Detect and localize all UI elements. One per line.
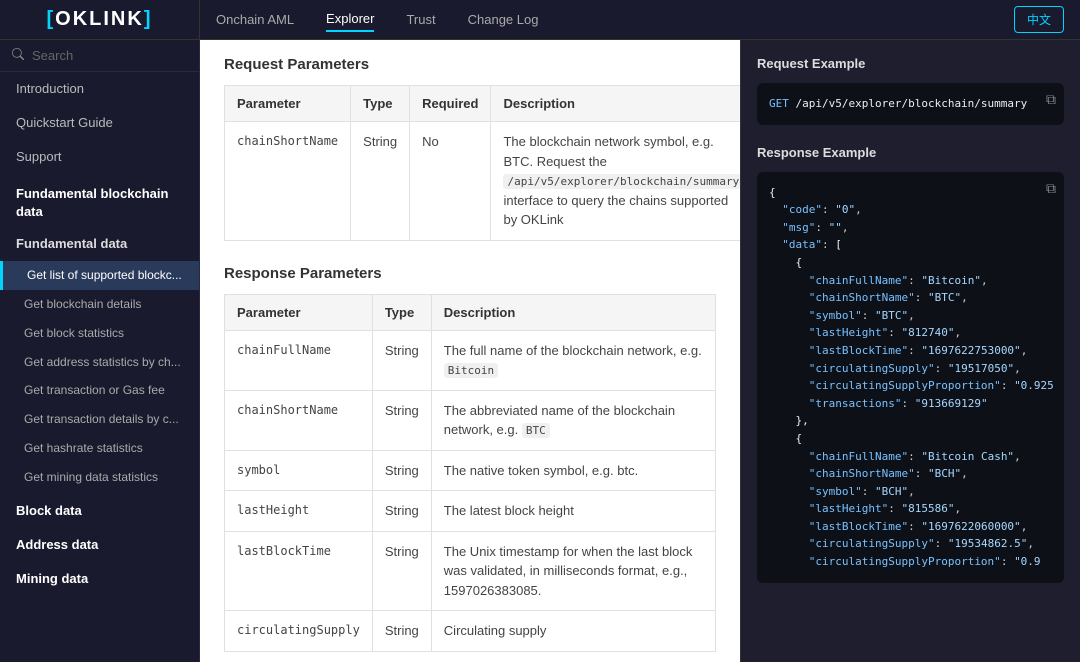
res-col-type: Type	[372, 294, 431, 330]
sidebar-section-block: Block data	[0, 492, 199, 526]
col-description: Description	[491, 86, 740, 122]
logo-area: [OKLINK]	[0, 0, 200, 39]
res-param-type: String	[372, 390, 431, 450]
sidebar-item-block-stats[interactable]: Get block statistics	[0, 319, 199, 348]
res-param-desc: The full name of the blockchain network,…	[431, 330, 715, 390]
copy-request-button[interactable]: ⧉	[1046, 91, 1056, 108]
res-param-type: String	[372, 450, 431, 491]
table-row: chainShortName String The abbreviated na…	[225, 390, 716, 450]
nav-onchain-aml[interactable]: Onchain AML	[216, 8, 294, 31]
col-required: Required	[410, 86, 491, 122]
request-example-title: Request Example	[757, 56, 1064, 71]
res-param-name: circulatingSupply	[225, 611, 373, 652]
search-input[interactable]	[32, 48, 187, 63]
sidebar-section-mining: Mining data	[0, 560, 199, 594]
res-param-name: lastBlockTime	[225, 531, 373, 611]
res-param-name: chainShortName	[225, 390, 373, 450]
res-param-desc: The latest block height	[431, 491, 715, 532]
sidebar-item-address-stats[interactable]: Get address statistics by ch...	[0, 348, 199, 377]
nav-items: Onchain AML Explorer Trust Change Log	[200, 7, 1014, 32]
request-params-table: Parameter Type Required Description chai…	[224, 85, 740, 241]
sidebar-section-address: Address data	[0, 526, 199, 560]
res-param-desc: The Unix timestamp for when the last blo…	[431, 531, 715, 611]
res-col-parameter: Parameter	[225, 294, 373, 330]
http-method: GET	[769, 97, 789, 110]
table-row: chainShortName String No The blockchain …	[225, 122, 741, 241]
table-row: chainFullName String The full name of th…	[225, 330, 716, 390]
sidebar-section-fundamental: Fundamental blockchain data	[0, 175, 199, 227]
res-param-type: String	[372, 330, 431, 390]
top-navigation: [OKLINK] Onchain AML Explorer Trust Chan…	[0, 0, 1080, 40]
nav-changelog[interactable]: Change Log	[468, 8, 539, 31]
right-panel: Request Example ⧉ GET /api/v5/explorer/b…	[740, 40, 1080, 662]
response-example-block: ⧉ { "code": "0", "msg": "", "data": [ { …	[757, 172, 1064, 583]
sidebar-item-mining[interactable]: Get mining data statistics	[0, 463, 199, 492]
res-param-name: chainFullName	[225, 330, 373, 390]
table-row: lastBlockTime String The Unix timestamp …	[225, 531, 716, 611]
lang-button[interactable]: 中文	[1014, 6, 1064, 33]
main-layout: Introduction Quickstart Guide Support Fu…	[0, 40, 1080, 662]
res-param-desc: The abbreviated name of the blockchain n…	[431, 390, 715, 450]
table-row: symbol String The native token symbol, e…	[225, 450, 716, 491]
res-param-type: String	[372, 611, 431, 652]
logo: [OKLINK]	[46, 8, 152, 31]
sidebar-item-introduction[interactable]: Introduction	[0, 72, 199, 106]
response-params-table: Parameter Type Description chainFullName…	[224, 294, 716, 652]
response-params-title: Response Parameters	[224, 265, 716, 282]
res-param-type: String	[372, 491, 431, 532]
sidebar-item-get-list[interactable]: Get list of supported blockc...	[0, 261, 199, 290]
table-row: lastHeight String The latest block heigh…	[225, 491, 716, 532]
sidebar-item-hashrate[interactable]: Get hashrate statistics	[0, 434, 199, 463]
res-param-desc: The native token symbol, e.g. btc.	[431, 450, 715, 491]
sidebar-item-quickstart[interactable]: Quickstart Guide	[0, 106, 199, 140]
request-path: /api/v5/explorer/blockchain/summary	[789, 97, 1027, 110]
sidebar-item-tx-details[interactable]: Get transaction details by c...	[0, 405, 199, 434]
res-param-type: String	[372, 531, 431, 611]
param-required: No	[410, 122, 491, 241]
request-example-block: ⧉ GET /api/v5/explorer/blockchain/summar…	[757, 83, 1064, 125]
res-col-description: Description	[431, 294, 715, 330]
content-inner: Request Parameters Parameter Type Requir…	[200, 40, 740, 662]
search-area[interactable]	[0, 40, 199, 72]
param-description: The blockchain network symbol, e.g. BTC.…	[491, 122, 740, 241]
sidebar-item-support[interactable]: Support	[0, 140, 199, 174]
sidebar-item-blockchain-details[interactable]: Get blockchain details	[0, 290, 199, 319]
sidebar-item-fundamental-data[interactable]: Fundamental data	[0, 227, 199, 261]
nav-trust[interactable]: Trust	[406, 8, 435, 31]
nav-explorer[interactable]: Explorer	[326, 7, 374, 32]
param-type: String	[351, 122, 410, 241]
col-type: Type	[351, 86, 410, 122]
param-name: chainShortName	[225, 122, 351, 241]
res-param-desc: Circulating supply	[431, 611, 715, 652]
col-parameter: Parameter	[225, 86, 351, 122]
response-example-title: Response Example	[757, 145, 1064, 160]
table-row: circulatingSupply String Circulating sup…	[225, 611, 716, 652]
request-params-title: Request Parameters	[224, 56, 716, 73]
sidebar: Introduction Quickstart Guide Support Fu…	[0, 40, 200, 662]
copy-response-button[interactable]: ⧉	[1046, 180, 1056, 197]
res-param-name: lastHeight	[225, 491, 373, 532]
res-param-name: symbol	[225, 450, 373, 491]
search-icon	[12, 48, 24, 63]
content-area: Request Parameters Parameter Type Requir…	[200, 40, 740, 662]
sidebar-item-gas-fee[interactable]: Get transaction or Gas fee	[0, 376, 199, 405]
